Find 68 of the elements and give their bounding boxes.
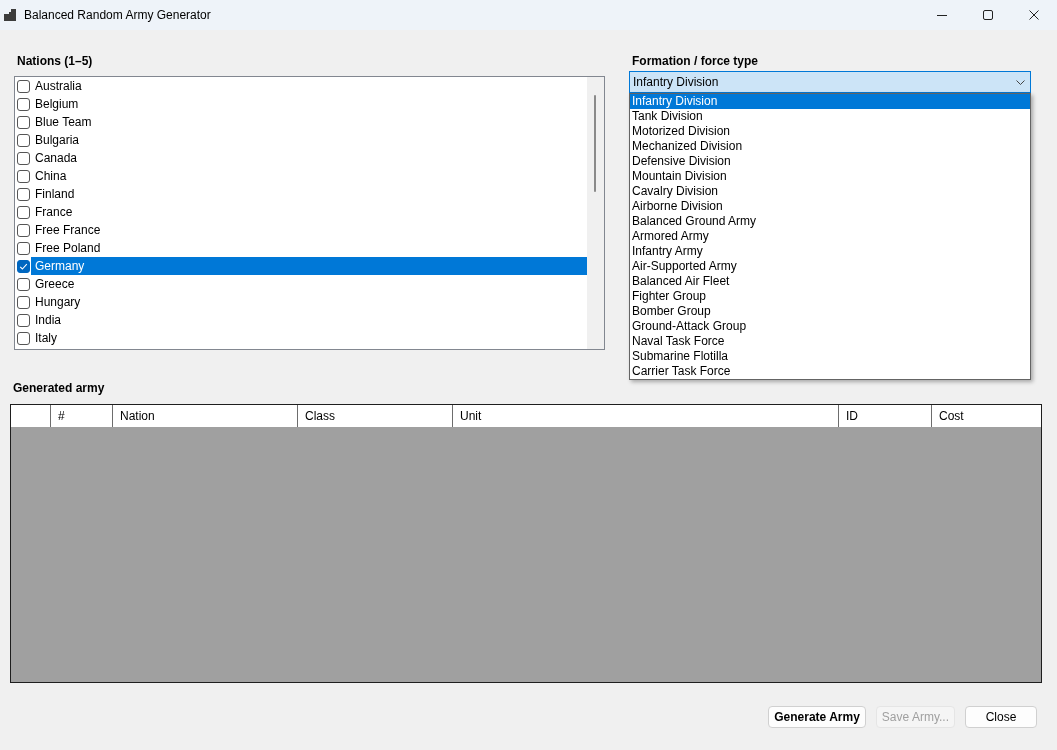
checkbox[interactable]	[17, 79, 30, 93]
nation-item[interactable]: Australia	[31, 77, 587, 95]
dropdown-option[interactable]: Carrier Task Force	[630, 364, 1030, 379]
dropdown-option[interactable]: Air-Supported Army	[630, 259, 1030, 274]
checkbox[interactable]	[17, 331, 30, 345]
dropdown-option[interactable]: Tank Division	[630, 109, 1030, 124]
checkbox[interactable]	[17, 97, 30, 111]
checkbox[interactable]	[17, 187, 30, 201]
formation-label: Formation / force type	[631, 54, 759, 69]
dropdown-option[interactable]: Infantry Division	[630, 94, 1030, 109]
nation-item[interactable]: Belgium	[31, 95, 587, 113]
dropdown-option[interactable]: Airborne Division	[630, 199, 1030, 214]
dropdown-option[interactable]: Motorized Division	[630, 124, 1030, 139]
chevron-down-icon	[1016, 79, 1025, 85]
checkbox[interactable]	[17, 169, 30, 183]
checkbox[interactable]	[17, 241, 30, 255]
scrollbar-thumb[interactable]	[594, 95, 596, 192]
window-title: Balanced Random Army Generator	[24, 8, 212, 22]
nation-item[interactable]: Blue Team	[31, 113, 587, 131]
dropdown-option[interactable]: Bomber Group	[630, 304, 1030, 319]
checkbox[interactable]	[17, 115, 30, 129]
nation-item[interactable]: Italy	[31, 329, 587, 347]
column-header[interactable]: Class	[298, 405, 453, 427]
checkbox[interactable]	[17, 205, 30, 219]
checkbox[interactable]	[17, 223, 30, 237]
dropdown-option[interactable]: Mechanized Division	[630, 139, 1030, 154]
nation-item[interactable]: Canada	[31, 149, 587, 167]
checkbox[interactable]	[17, 277, 30, 291]
column-header[interactable]: ID	[839, 405, 932, 427]
dropdown-option[interactable]: Infantry Army	[630, 244, 1030, 259]
dropdown-option[interactable]: Balanced Air Fleet	[630, 274, 1030, 289]
checkbox[interactable]	[17, 151, 30, 165]
scrollbar[interactable]	[587, 77, 604, 349]
checkbox[interactable]	[17, 133, 30, 147]
column-header[interactable]: #	[51, 405, 113, 427]
dropdown-option[interactable]: Naval Task Force	[630, 334, 1030, 349]
dropdown-option[interactable]: Submarine Flotilla	[630, 349, 1030, 364]
dialog-button[interactable]: Generate Army	[768, 706, 866, 728]
nation-item[interactable]: Finland	[31, 185, 587, 203]
nation-item[interactable]: Free Poland	[31, 239, 587, 257]
nation-item[interactable]: France	[31, 203, 587, 221]
nation-item[interactable]: Free France	[31, 221, 587, 239]
nation-item[interactable]: Greece	[31, 275, 587, 293]
checkbox[interactable]	[17, 259, 30, 273]
column-header[interactable]: Unit	[453, 405, 839, 427]
nation-item[interactable]: China	[31, 167, 587, 185]
column-header[interactable]: Nation	[113, 405, 298, 427]
dropdown-option[interactable]: Mountain Division	[630, 169, 1030, 184]
nations-label: Nations (1–5)	[16, 54, 93, 69]
formation-dropdown[interactable]: Infantry Division	[629, 71, 1031, 93]
checkbox[interactable]	[17, 313, 30, 327]
close-icon	[1029, 10, 1039, 20]
dropdown-option[interactable]: Ground-Attack Group	[630, 319, 1030, 334]
nation-item[interactable]: Germany	[31, 257, 587, 275]
dropdown-option[interactable]: Cavalry Division	[630, 184, 1030, 199]
column-header[interactable]: Cost	[932, 405, 1041, 427]
nation-item[interactable]: Bulgaria	[31, 131, 587, 149]
nation-item[interactable]: Hungary	[31, 293, 587, 311]
dropdown-option[interactable]: Fighter Group	[630, 289, 1030, 304]
dropdown-option[interactable]: Balanced Ground Army	[630, 214, 1030, 229]
dialog-button[interactable]: Close	[965, 706, 1037, 728]
dropdown-option[interactable]: Armored Army	[630, 229, 1030, 244]
nation-item[interactable]: India	[31, 311, 587, 329]
checkbox[interactable]	[17, 295, 30, 309]
dropdown-option[interactable]: Defensive Division	[630, 154, 1030, 169]
maximize-icon	[983, 10, 993, 20]
app-icon	[4, 9, 16, 21]
generated-army-label: Generated army	[12, 381, 105, 396]
